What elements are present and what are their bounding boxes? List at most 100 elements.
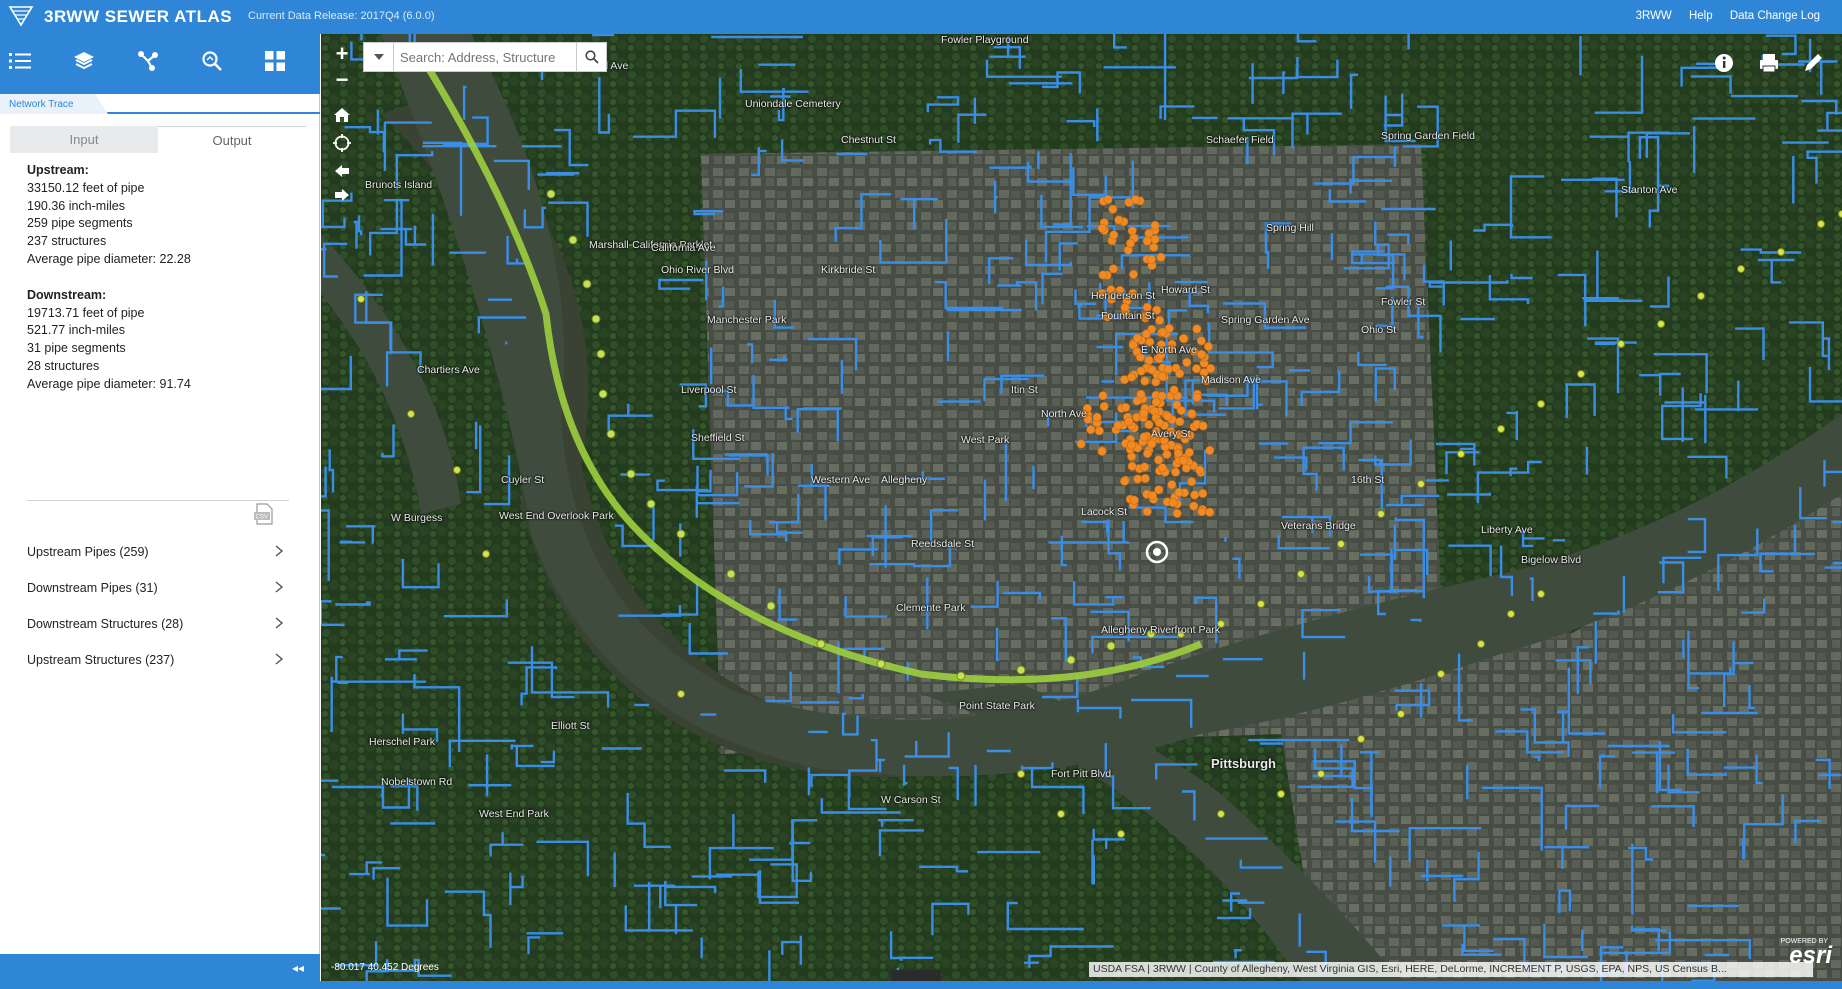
upstream-structure xyxy=(1132,333,1142,343)
downstream-structure xyxy=(1106,641,1116,651)
grid-icon[interactable] xyxy=(260,46,290,76)
upstream-structure xyxy=(1086,425,1096,435)
drawer-handle[interactable] xyxy=(891,970,941,981)
structure-marker xyxy=(1397,710,1405,718)
result-downstream-structures[interactable]: Downstream Structures (28) xyxy=(0,606,320,642)
search-map-icon[interactable] xyxy=(197,46,227,76)
upstream-structure xyxy=(1206,363,1216,373)
map-label: Nobelstown Rd xyxy=(381,776,453,788)
map-label: Howard St xyxy=(1161,284,1211,296)
map-label: 16th St xyxy=(1351,474,1385,486)
layers-icon[interactable] xyxy=(69,46,99,76)
map-label: Reedsdale St xyxy=(911,538,975,550)
structure-marker xyxy=(1357,735,1365,743)
structure-marker xyxy=(1817,220,1825,228)
map-label: Chestnut St xyxy=(841,134,896,146)
map-label: Spring Garden Field xyxy=(1381,130,1475,142)
downstream-avg-diameter: Average pipe diameter: 91.74 xyxy=(27,376,191,391)
network-trace-icon[interactable] xyxy=(133,46,163,76)
upstream-structure xyxy=(1144,228,1154,238)
back-arrow-icon[interactable] xyxy=(329,158,355,184)
locate-icon[interactable] xyxy=(329,130,355,156)
upstream-structure xyxy=(1097,446,1107,456)
structure-marker xyxy=(677,690,685,698)
map-label: Clemente Park xyxy=(896,602,966,614)
info-icon[interactable] xyxy=(1709,48,1739,78)
upstream-structure xyxy=(1144,355,1154,365)
upstream-structure xyxy=(1154,485,1164,495)
upstream-structure xyxy=(1133,474,1143,484)
upstream-structure xyxy=(1158,463,1168,473)
upstream-structure xyxy=(1178,456,1188,466)
home-icon[interactable] xyxy=(329,102,355,128)
downstream-structure xyxy=(646,499,656,509)
structure-marker xyxy=(1507,610,1515,618)
upstream-structure xyxy=(1140,462,1150,472)
upstream-structure xyxy=(1168,498,1178,508)
upstream-structure xyxy=(1147,439,1157,449)
structure-marker xyxy=(1617,340,1625,348)
list-icon[interactable] xyxy=(5,46,35,76)
structure-marker xyxy=(1117,830,1125,838)
tab-network-trace[interactable]: Network Trace xyxy=(0,94,108,114)
result-upstream-pipes[interactable]: Upstream Pipes (259) xyxy=(0,534,320,570)
upstream-structure xyxy=(1158,327,1168,337)
structure-marker xyxy=(1537,400,1545,408)
map-label: Manchester Park xyxy=(707,314,787,326)
draw-icon[interactable] xyxy=(1798,48,1828,78)
map-label: Pittsburgh xyxy=(1211,756,1276,771)
downstream-structure xyxy=(582,279,592,289)
tab-input[interactable]: Input xyxy=(10,126,158,153)
map-label: Veterans Bridge xyxy=(1281,520,1356,532)
chevron-right-icon xyxy=(275,653,284,665)
map-view[interactable]: West End Overlook Park Marshall-Californ… xyxy=(321,34,1842,981)
zoom-in-button[interactable]: + xyxy=(329,42,355,68)
3rww-logo-icon xyxy=(8,6,34,27)
collapse-panel-icon[interactable]: ◂◂ xyxy=(292,961,304,975)
map-label: Uniondale Cemetery xyxy=(745,98,841,110)
upstream-structure xyxy=(1127,372,1137,382)
structure-marker xyxy=(482,550,490,558)
link-data-change-log[interactable]: Data Change Log xyxy=(1730,10,1820,22)
map-label: Schaefer Field xyxy=(1206,134,1274,146)
downstream-structure xyxy=(591,314,601,324)
tab-output[interactable]: Output xyxy=(158,126,306,153)
downstream-structure xyxy=(766,601,776,611)
result-downstream-pipes[interactable]: Downstream Pipes (31) xyxy=(0,570,320,606)
structure-marker xyxy=(1437,670,1445,678)
structure-marker xyxy=(407,410,415,418)
search-source-dropdown[interactable] xyxy=(364,43,394,71)
map-label: California Ave xyxy=(651,242,716,254)
downstream-structure xyxy=(1016,665,1026,675)
csv-export-icon[interactable]: CSV xyxy=(252,502,276,526)
search-icon xyxy=(584,50,599,64)
forward-arrow-icon[interactable] xyxy=(329,182,355,208)
map-label: Fowler Playground xyxy=(941,34,1029,46)
upstream-structure xyxy=(1198,489,1208,499)
upstream-structure xyxy=(1187,409,1197,419)
map-label: Fowler St xyxy=(1381,296,1426,308)
upstream-structure xyxy=(1163,411,1173,421)
upstream-structures: 237 structures xyxy=(27,234,107,249)
link-3rww[interactable]: 3RWW xyxy=(1636,10,1672,22)
result-upstream-structures[interactable]: Upstream Structures (237) xyxy=(0,642,320,678)
print-icon[interactable] xyxy=(1754,48,1784,78)
downstream-structure xyxy=(1066,655,1076,665)
chevron-right-icon xyxy=(275,617,284,629)
search-button[interactable] xyxy=(576,43,606,71)
chevron-right-icon xyxy=(275,581,284,593)
upstream-structure xyxy=(1147,365,1157,375)
upstream-structure xyxy=(1150,220,1160,230)
upstream-structure xyxy=(1146,254,1156,264)
link-help[interactable]: Help xyxy=(1689,10,1713,22)
upstream-structure xyxy=(1192,364,1202,374)
upstream-structure xyxy=(1181,463,1191,473)
upstream-structure xyxy=(1140,376,1150,386)
map-label: Avery St xyxy=(1151,428,1191,440)
map-label: Liverpool St xyxy=(681,384,737,396)
upstream-structure xyxy=(1195,465,1205,475)
search-input[interactable] xyxy=(398,45,572,69)
zoom-out-button[interactable]: − xyxy=(329,68,355,94)
upstream-structure xyxy=(1190,490,1200,500)
upstream-structure xyxy=(1127,440,1137,450)
